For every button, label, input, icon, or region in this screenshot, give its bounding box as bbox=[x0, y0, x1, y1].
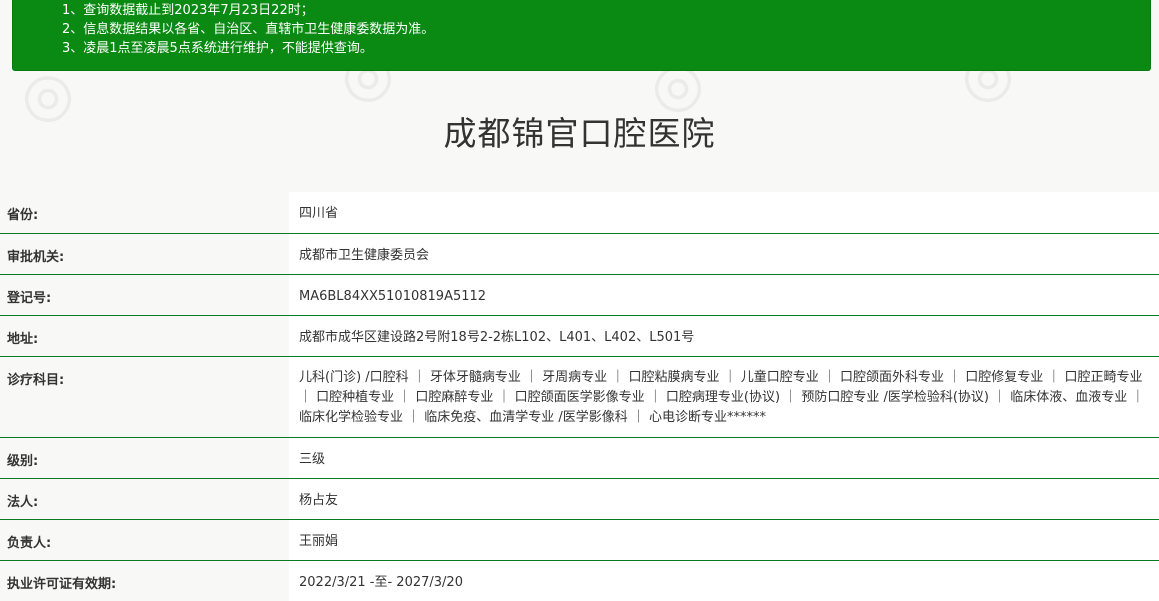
hospital-info-table: 省份: 四川省 审批机关: 成都市卫生健康委员会 登记号: MA6BL84XX5… bbox=[0, 192, 1159, 601]
table-row: 法人: 杨占友 bbox=[0, 478, 1159, 520]
field-label: 地址: bbox=[0, 315, 289, 357]
table-row: 级别: 三级 bbox=[0, 437, 1159, 479]
field-label: 诊疗科目: bbox=[0, 356, 289, 438]
field-value: 成都市成华区建设路2号附18号2-2栋L102、L401、L402、L501号 bbox=[289, 315, 1159, 357]
table-row: 负责人: 王丽娟 bbox=[0, 519, 1159, 561]
table-row: 审批机关: 成都市卫生健康委员会 bbox=[0, 233, 1159, 275]
field-label: 登记号: bbox=[0, 274, 289, 316]
field-label: 负责人: bbox=[0, 519, 289, 561]
field-label: 省份: bbox=[0, 192, 289, 234]
table-row: 诊疗科目: 儿科(门诊) /口腔科 ｜ 牙体牙髓病专业 ｜ 牙周病专业 ｜ 口腔… bbox=[0, 356, 1159, 438]
field-label: 审批机关: bbox=[0, 233, 289, 275]
field-value: 成都市卫生健康委员会 bbox=[289, 233, 1159, 275]
table-row: 省份: 四川省 bbox=[0, 192, 1159, 234]
field-value: 杨占友 bbox=[289, 478, 1159, 520]
field-value: 四川省 bbox=[289, 192, 1159, 234]
notice-line: 2、信息数据结果以各省、自治区、直辖市卫生健康委数据为准。 bbox=[62, 22, 435, 37]
field-label: 执业许可证有效期: bbox=[0, 560, 289, 601]
field-value: MA6BL84XX51010819A5112 bbox=[289, 274, 1159, 316]
field-value: 三级 bbox=[289, 437, 1159, 479]
field-value: 儿科(门诊) /口腔科 ｜ 牙体牙髓病专业 ｜ 牙周病专业 ｜ 口腔粘膜病专业 … bbox=[289, 356, 1159, 438]
field-value: 2022/3/21 -至- 2027/3/20 bbox=[289, 560, 1159, 601]
hospital-name: 成都锦官口腔医院 bbox=[443, 114, 716, 153]
notice-line: 3、凌晨1点至凌晨5点系统进行维护，不能提供查询。 bbox=[62, 41, 373, 56]
field-label: 法人: bbox=[0, 478, 289, 520]
notice-line: 1、查询数据截止到2023年7月23日22时； bbox=[62, 3, 314, 18]
notice-banner: 1、查询数据截止到2023年7月23日22时； 2、信息数据结果以各省、自治区、… bbox=[12, 0, 1151, 71]
table-row: 地址: 成都市成华区建设路2号附18号2-2栋L102、L401、L402、L5… bbox=[0, 315, 1159, 357]
table-row: 登记号: MA6BL84XX51010819A5112 bbox=[0, 274, 1159, 316]
table-row: 执业许可证有效期: 2022/3/21 -至- 2027/3/20 bbox=[0, 560, 1159, 601]
field-value: 王丽娟 bbox=[289, 519, 1159, 561]
field-label: 级别: bbox=[0, 437, 289, 479]
